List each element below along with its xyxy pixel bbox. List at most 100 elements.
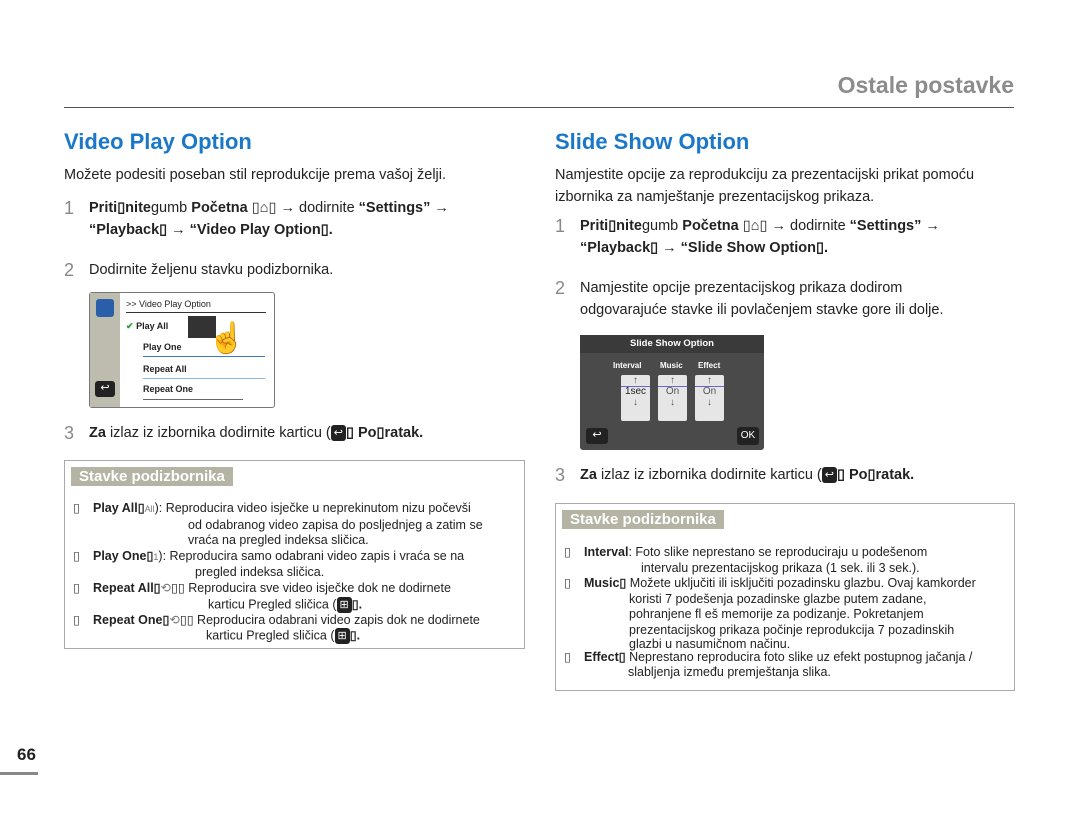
section-title: Ostale postavke	[837, 72, 1014, 98]
step-number: 1	[64, 198, 75, 218]
check-icon: ✔	[126, 321, 134, 331]
left-step-1: 1 Priti▯nitegumb Početna ▯⌂▯ → dodirnite…	[64, 197, 509, 241]
repeat-all-icon: ⟲	[160, 580, 172, 595]
t: Music▯	[584, 576, 627, 591]
submenu-item-play-all: ▯ Play All▯All): Reproducira video isječk…	[73, 501, 483, 549]
thumbnail-icon: ⊞	[334, 628, 350, 645]
down-arrow-icon: ↓	[707, 397, 712, 408]
option-play-one[interactable]: Play One	[143, 342, 265, 357]
up-arrow-icon: ↑	[670, 375, 675, 386]
submenu-item-music: ▯ Music▯ Možete uključiti ili isključiti …	[564, 576, 976, 651]
right-step-2: 2 Namjestite opcije prezentacijskog prika…	[555, 277, 944, 321]
t: intervalu prezentacijskog prikaza (1 sek…	[641, 560, 920, 575]
option-repeat-all[interactable]: Repeat All	[143, 364, 265, 379]
t: Priti▯nite	[580, 218, 642, 234]
submenu-list: ▯ Play All▯All): Reproducira video isječk…	[73, 501, 483, 645]
t: ): Reproducira video isječke u neprekinu…	[154, 501, 471, 515]
back-icon: ↩	[330, 425, 346, 442]
t: Repeat One▯	[93, 612, 170, 627]
t: “Playback▯	[89, 222, 168, 238]
t: pregled indeksa sličica.	[195, 565, 325, 580]
step-number: 3	[555, 465, 566, 485]
header-divider	[64, 107, 1014, 108]
t: 1sec	[621, 386, 650, 397]
screen-title: Slide Show Option	[580, 335, 764, 353]
t: izlaz iz izbornika dodirnite karticu (	[105, 425, 331, 441]
t: glazbi u nasumičnom načinu.	[629, 636, 791, 651]
t: slabljenja između premještanja slika.	[628, 665, 831, 680]
video-play-option-heading: Video Play Option	[64, 129, 252, 154]
t: On	[658, 386, 687, 397]
t: gumb	[641, 218, 683, 234]
option-repeat-one[interactable]: Repeat One	[143, 384, 243, 400]
t: vraća na pregled indeksa sličica.	[188, 533, 369, 548]
submenu-item-interval: ▯ Interval: Foto slike neprestano se repr…	[564, 545, 976, 576]
t: izbornika za namještanje prezentacijskog…	[555, 189, 875, 205]
right-intro: Namjestite opcije za reprodukciju za pre…	[555, 164, 974, 208]
bullet-icon: ▯	[73, 548, 80, 563]
step-number: 2	[64, 260, 75, 280]
back-icon: ↩	[821, 467, 837, 484]
step-number: 1	[555, 216, 566, 236]
bullet-icon: ▯	[564, 649, 571, 664]
t: ▯ → dodirnite	[759, 218, 850, 234]
t: izlaz iz izbornika dodirnite karticu (	[596, 467, 822, 483]
ok-button[interactable]: OK	[737, 427, 759, 445]
t: On	[695, 386, 724, 397]
step-number: 2	[555, 278, 566, 298]
t: Za	[580, 467, 597, 483]
t: Možete uključiti ili isključiti pozadins…	[626, 576, 976, 591]
left-step-2: 2 Dodirnite željenu stavku podizbornika.	[64, 259, 333, 281]
t: Priti▯nite	[89, 200, 151, 216]
slide-show-option-heading: Slide Show Option	[555, 129, 750, 154]
t: Repeat All▯	[93, 580, 161, 595]
t: Dodirnite željenu stavku podizbornika.	[89, 262, 334, 278]
bullet-icon: ▯	[73, 612, 80, 627]
t: karticu Pregled sličica (	[208, 596, 337, 611]
right-submenu-box: Stavke podizbornika ▯ Interval: Foto slik…	[555, 503, 1015, 691]
left-step-3: 3 Za izlaz iz izbornika dodirnite karticu…	[64, 422, 423, 444]
back-icon[interactable]: ↩	[95, 381, 115, 397]
t: “Settings”	[358, 200, 431, 216]
t: Neprestano reproducira foto slike uz efe…	[625, 649, 973, 664]
page-number: 66	[17, 745, 36, 764]
t: Namjestite opcije prezentacijskog prikaz…	[580, 280, 903, 296]
t: Namjestite opcije za reprodukciju za pre…	[555, 167, 975, 183]
t: ▯ Po▯ratak.	[345, 425, 424, 441]
box-title: Stavke podizbornika	[71, 467, 233, 486]
t: ▯	[738, 218, 751, 234]
t: Interval	[584, 545, 629, 559]
effect-wheel[interactable]: ↑ On ↓	[695, 375, 724, 421]
t: gumb	[150, 200, 192, 216]
repeat-one-icon: ⟲	[169, 612, 180, 627]
t: : Foto slike neprestano se reproduciraju…	[628, 545, 928, 559]
t: Početna	[191, 200, 248, 216]
t: koristi 7 podešenja pozadinske glazbe pu…	[629, 591, 927, 606]
bullet-icon: ▯	[73, 580, 80, 595]
submenu-item-play-one: ▯ Play One▯1): Reproducira samo odabrani …	[73, 549, 483, 581]
down-arrow-icon: ↓	[633, 397, 638, 408]
bullet-icon: ▯	[564, 545, 571, 559]
col-label-music: Music	[660, 361, 683, 370]
slide-show-option-screen: Slide Show Option Interval Music Effect …	[580, 335, 764, 450]
t: karticu Pregled sličica (	[206, 628, 335, 643]
music-wheel[interactable]: ↑ On ↓	[658, 375, 687, 421]
page-number-bar	[0, 772, 38, 775]
t: → “Slide Show Option▯.	[658, 240, 829, 256]
left-intro: Možete podesiti poseban stil reprodukcij…	[64, 167, 447, 183]
col-label-effect: Effect	[698, 361, 721, 370]
t: ▯	[247, 200, 260, 216]
screen-sidebar: ↩	[90, 293, 120, 407]
submenu-item-repeat-one: ▯ Repeat One▯⟲▯▯ Reproducira odabrani vid…	[73, 613, 483, 645]
t: ▯▯ Reproducira odabrani video zapis dok …	[179, 612, 480, 627]
t: Play One▯	[93, 548, 154, 563]
t: od odabranog video zapisa do posljednjeg…	[188, 517, 483, 532]
back-icon[interactable]: ↩	[586, 428, 608, 444]
interval-wheel[interactable]: ↑ 1sec ↓	[621, 375, 650, 421]
submenu-item-repeat-all: ▯ Repeat All▯⟲▯▯ Reproducira sve video is…	[73, 581, 483, 613]
t: Za	[89, 425, 106, 441]
right-step-1: 1 Priti▯nitegumb Početna ▯⌂▯ → dodirnite…	[555, 215, 1020, 259]
t: Play All▯	[93, 501, 145, 515]
t: ): Reproducira samo odabrani video zapis…	[158, 548, 465, 563]
down-arrow-icon: ↓	[670, 397, 675, 408]
